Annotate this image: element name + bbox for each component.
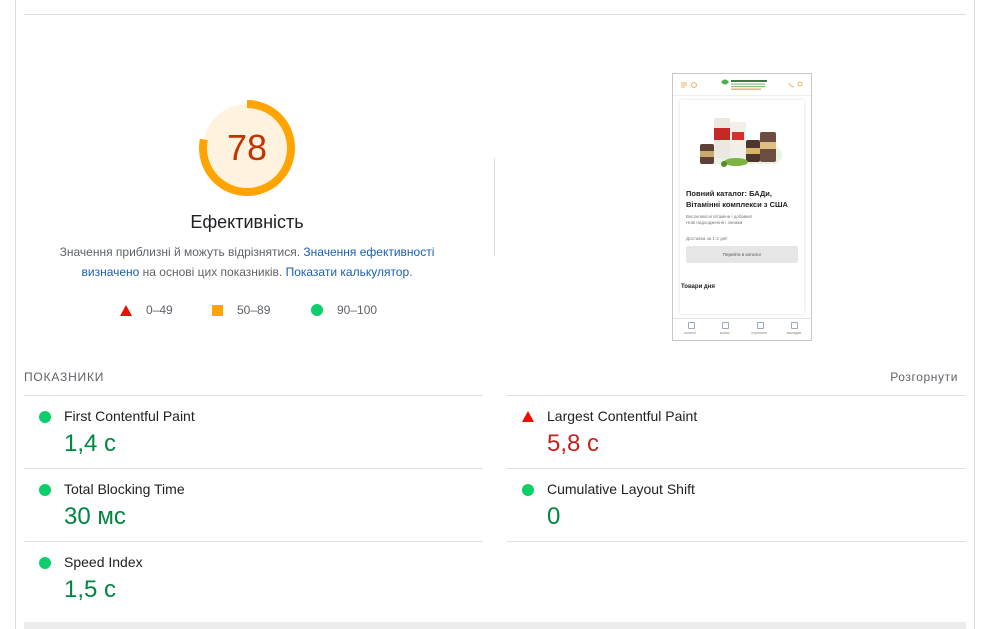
screenshot-nav-item: закладки: [777, 319, 812, 340]
legend-pass-label: 90–100: [337, 303, 378, 317]
screenshot-nav-item: кошик: [708, 319, 743, 340]
product-image: [700, 118, 782, 167]
legend-pass: 90–100: [311, 302, 377, 318]
legend-fail-label: 0–49: [146, 303, 173, 317]
pass-circle-icon: [522, 484, 534, 496]
metrics-header: ПОКАЗНИКИ: [24, 370, 105, 384]
gauge-score: 78: [226, 127, 268, 168]
screenshot-section-title: Товари дня: [681, 284, 715, 290]
legend-average-label: 50–89: [237, 303, 271, 317]
metric-si: Speed Index 1,5 с: [24, 541, 483, 614]
performance-gauge: 78: [197, 98, 297, 198]
vertical-divider: [494, 158, 495, 256]
metric-value: 30 мс: [64, 503, 126, 530]
screenshot-subtitle: Високоякісні вітаміни і добавки! Нові на…: [686, 214, 796, 226]
circle-icon: [311, 304, 323, 316]
metric-label: Largest Contentful Paint: [547, 408, 698, 424]
metric-tbt: Total Blocking Time 30 мс: [24, 468, 483, 541]
legend-average: 50–89: [212, 302, 270, 318]
metric-value: 1,5 с: [64, 576, 117, 603]
metric-value: 0: [547, 503, 561, 530]
expand-toggle[interactable]: Розгорнути: [890, 370, 958, 384]
calculator-link[interactable]: Показати калькулятор: [286, 265, 410, 279]
metric-cls: Cumulative Layout Shift 0: [507, 468, 966, 541]
screenshot-nav-item: порівняти: [742, 319, 777, 340]
metric-label: Total Blocking Time: [64, 481, 185, 497]
desc-text: .: [409, 265, 413, 279]
metric-lcp: Largest Contentful Paint 5,8 с: [507, 395, 966, 468]
screenshot-catalog-button: Перейти в каталог: [686, 246, 798, 263]
bottom-strip: [24, 622, 966, 629]
pass-circle-icon: [39, 557, 51, 569]
screenshot-header: [673, 74, 811, 96]
desc-text: на основі цих показників.: [139, 265, 286, 279]
triangle-icon: [120, 304, 132, 316]
pass-circle-icon: [39, 411, 51, 423]
screenshot-subtitle-2: Нові надходження і знижки: [686, 220, 743, 225]
page-screenshot[interactable]: Повний каталог: БАДи, Вітамінні комплекс…: [672, 73, 812, 341]
pass-circle-icon: [39, 484, 51, 496]
screenshot-bottom-nav: каталог кошик порівняти закладки: [673, 318, 811, 340]
top-divider: [24, 14, 966, 15]
gauge-title: Ефективність: [190, 212, 304, 232]
screenshot-title: Повний каталог: БАДи, Вітамінні комплекс…: [686, 189, 788, 209]
square-icon: [212, 304, 223, 316]
metric-label: Cumulative Layout Shift: [547, 481, 695, 497]
metric-fcp: First Contentful Paint 1,4 с: [24, 395, 483, 468]
metric-divider: [507, 541, 966, 542]
screenshot-nav-item: каталог: [673, 319, 708, 340]
screenshot-delivery: Доставка за 1-2 дні!: [686, 236, 728, 241]
screenshot-header-icons: [681, 79, 803, 90]
fail-triangle-icon: [522, 411, 534, 422]
metric-value: 5,8 с: [547, 430, 600, 457]
metric-label: Speed Index: [64, 554, 143, 570]
metric-label: First Contentful Paint: [64, 408, 195, 424]
legend-fail: 0–49: [120, 302, 173, 318]
metric-value: 1,4 с: [64, 430, 117, 457]
desc-text: Значення приблизні й можуть відрізнятися…: [59, 245, 304, 259]
gauge-description: Значення приблизні й можуть відрізнятися…: [45, 242, 449, 282]
